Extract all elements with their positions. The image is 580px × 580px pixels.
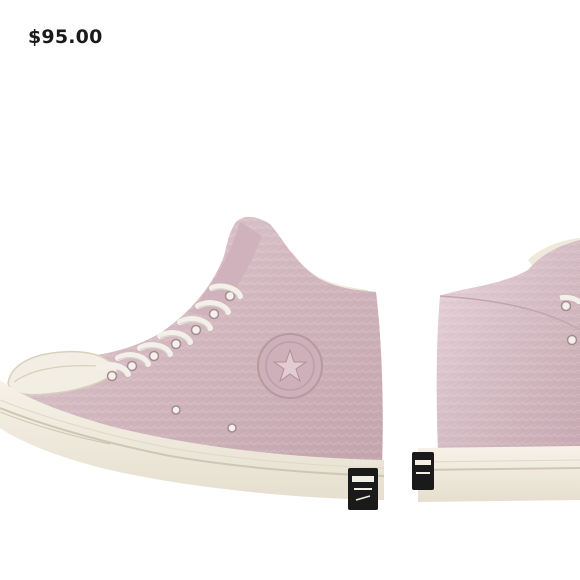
- product-photo[interactable]: [0, 0, 580, 580]
- right-heel-label-icon: [412, 452, 434, 490]
- listing-price: $95.00: [28, 26, 103, 48]
- right-sneaker: [412, 238, 580, 502]
- left-sneaker: [0, 216, 385, 510]
- product-listing: $95.00: [0, 0, 580, 580]
- chuck-taylor-patch: [257, 333, 323, 399]
